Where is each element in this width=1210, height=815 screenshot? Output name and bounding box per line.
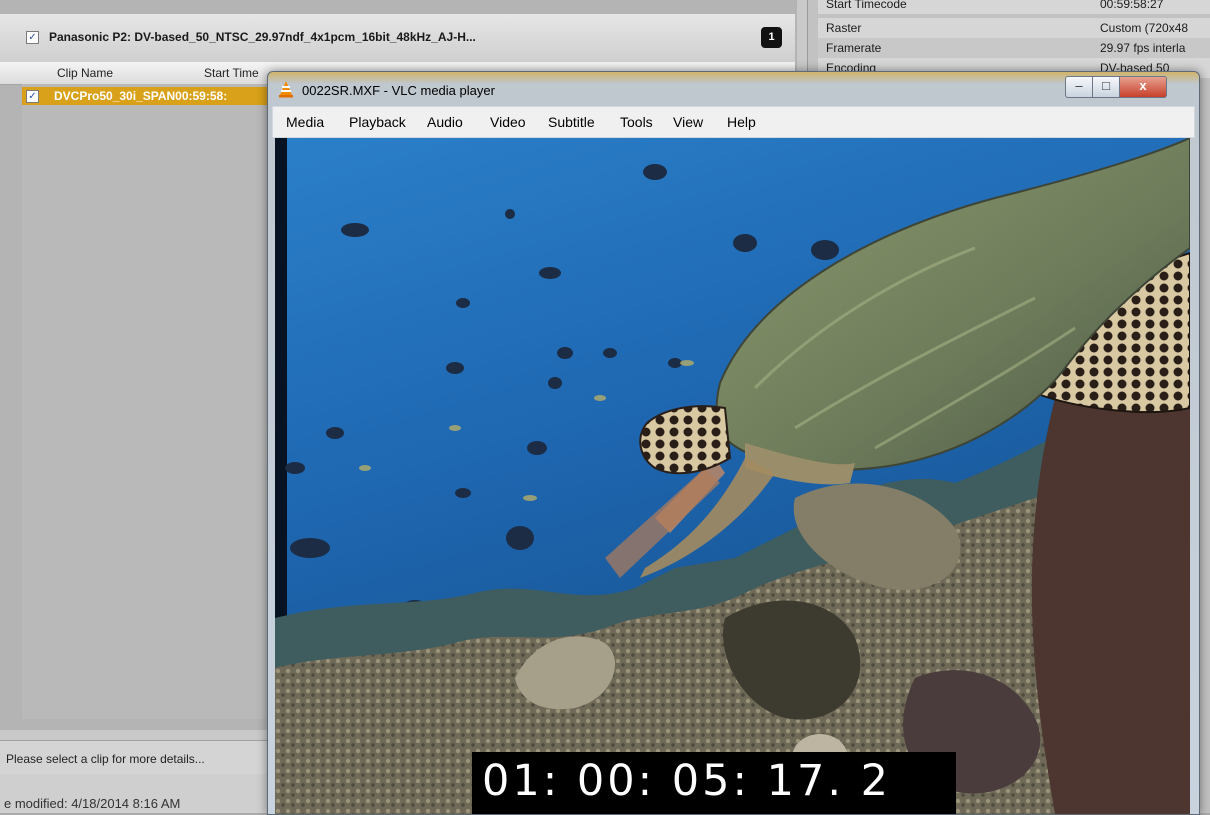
menu-view[interactable]: View [673, 114, 703, 130]
menu-help[interactable]: Help [727, 114, 756, 130]
video-area[interactable]: 01: 00: 05: 17. 2 [275, 138, 1190, 814]
group-count-badge: 1 [761, 27, 782, 48]
property-value: 00:59:58:27 [1100, 0, 1164, 11]
maximize-button[interactable]: □ [1092, 76, 1120, 98]
property-value: Custom (720x48 [1100, 21, 1189, 35]
clip-checkbox[interactable]: ✓ [26, 90, 39, 103]
property-key: Start Timecode [826, 0, 907, 11]
underwater-turtle-video-frame [275, 138, 1190, 814]
property-row: Start Timecode 00:59:58:27 [818, 0, 1210, 14]
group-title: Panasonic P2: DV-based_50_NTSC_29.97ndf_… [49, 30, 476, 44]
clip-row[interactable]: ✓ DVCPro50_30i_SPAN00:59:58: [22, 87, 292, 105]
timecode-text: 01: 00: 05: 17. 2 [482, 756, 892, 806]
group-checkbox[interactable]: ✓ [26, 31, 39, 44]
clip-row-label: DVCPro50_30i_SPAN00:59:58: [54, 89, 228, 103]
vlc-window[interactable]: 0022SR.MXF - VLC media player – □ x Medi… [267, 71, 1200, 815]
status-text: Please select a clip for more details... [6, 752, 205, 766]
close-button[interactable]: x [1119, 76, 1167, 98]
menu-media[interactable]: Media [286, 114, 324, 130]
menu-tools[interactable]: Tools [620, 114, 653, 130]
property-key: Framerate [826, 41, 882, 55]
property-key: Raster [826, 21, 862, 35]
property-value: 29.97 fps interla [1100, 41, 1186, 55]
timecode-overlay: 01: 00: 05: 17. 2 [472, 752, 956, 814]
vlc-cone-icon [279, 81, 293, 98]
minimize-button[interactable]: – [1065, 76, 1093, 98]
window-title: 0022SR.MXF - VLC media player [302, 83, 495, 98]
menu-audio[interactable]: Audio [427, 114, 463, 130]
menu-bar: Media Playback Audio Video Subtitle Tool… [272, 106, 1195, 138]
menu-video[interactable]: Video [490, 114, 526, 130]
property-row: Raster Custom (720x48 [818, 18, 1210, 38]
column-clip-name[interactable]: Clip Name [57, 66, 113, 80]
menu-subtitle[interactable]: Subtitle [548, 114, 595, 130]
column-start-time[interactable]: Start Time [204, 66, 259, 80]
property-row: Framerate 29.97 fps interla [818, 38, 1210, 58]
menu-playback[interactable]: Playback [349, 114, 406, 130]
modified-date: e modified: 4/18/2014 8:16 AM [4, 796, 181, 811]
clip-group-header[interactable]: ✓ Panasonic P2: DV-based_50_NTSC_29.97nd… [0, 14, 795, 63]
vlc-titlebar[interactable]: 0022SR.MXF - VLC media player – □ x [268, 72, 1199, 106]
